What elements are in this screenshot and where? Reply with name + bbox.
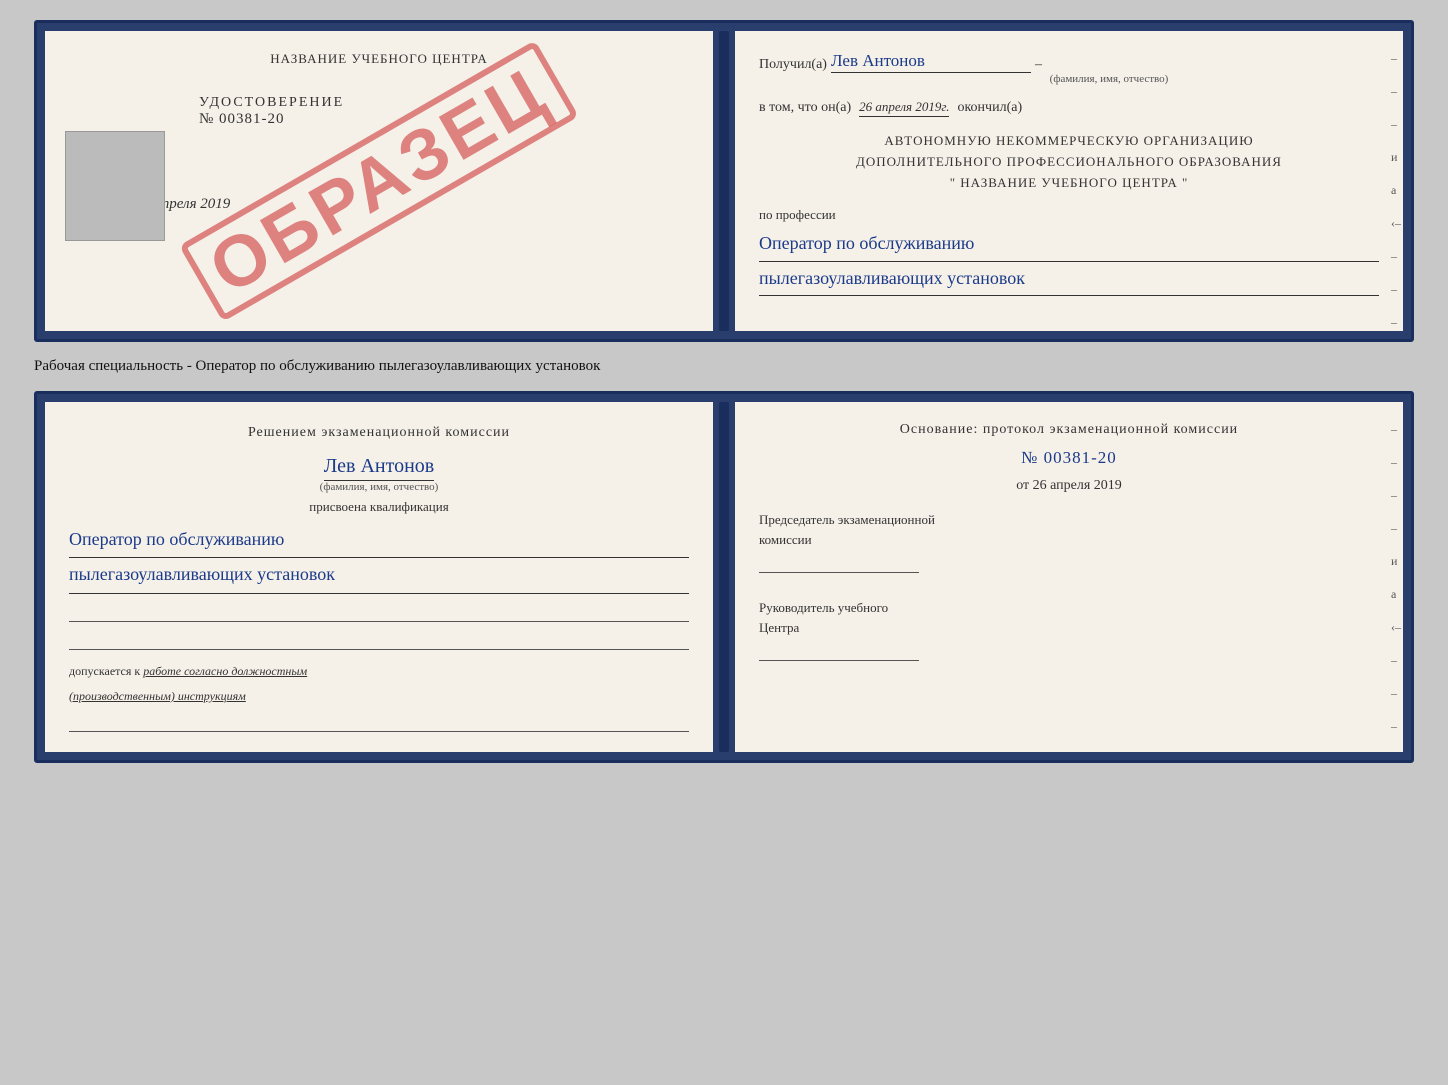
bottom-left-page: Решением экзаменационной комиссии Лев Ан… — [45, 402, 713, 752]
date-prefix: в том, что он(а) — [759, 100, 851, 116]
receiver-dash: – — [1035, 57, 1042, 73]
fio-sub: (фамилия, имя, отчество) — [839, 73, 1379, 85]
assigned-text: присвоена квалификация — [69, 499, 689, 515]
cert-number: № 00381-20 — [199, 111, 689, 128]
person-sub: (фамилия, имя, отчество) — [69, 481, 689, 493]
obrazec-stamp: ОБРАЗЕЦ — [179, 40, 579, 322]
person-name: Лев Антонов — [324, 455, 435, 481]
decision-text: Решением экзаменационной комиссии — [69, 422, 689, 443]
allows-prefix: допускается к — [69, 664, 140, 678]
photo-placeholder — [65, 131, 165, 241]
receiver-row: Получил(а) Лев Антонов – — [759, 51, 1379, 73]
top-left-page: НАЗВАНИЕ УЧЕБНОГО ЦЕНТРА УДОСТОВЕРЕНИЕ №… — [45, 31, 713, 331]
chairman-sig-line — [759, 553, 919, 573]
qual-line2: пылегазоулавливающих установок — [69, 558, 689, 593]
top-right-page: – – – и а ‹– – – – Получил(а) Лев Антоно… — [735, 31, 1403, 331]
blank-line-2 — [69, 630, 689, 650]
chairman-title: Председатель экзаменационной — [759, 510, 1379, 530]
allows-text: допускается к работе согласно должностны… — [69, 664, 689, 679]
protocol-date-prefix: от — [1016, 478, 1029, 493]
org-line2: ДОПОЛНИТЕЛЬНОГО ПРОФЕССИОНАЛЬНОГО ОБРАЗО… — [759, 152, 1379, 173]
director-section: Руководитель учебного Центра — [759, 598, 1379, 666]
receiver-name: Лев Антонов — [831, 51, 1031, 73]
cert-label: УДОСТОВЕРЕНИЕ — [199, 95, 689, 111]
received-label: Получил(а) — [759, 57, 827, 73]
bottom-book-spine — [719, 402, 729, 752]
protocol-number: № 00381-20 — [759, 448, 1379, 468]
protocol-date: от 26 апреля 2019 — [759, 478, 1379, 494]
bottom-document: Решением экзаменационной комиссии Лев Ан… — [34, 391, 1414, 763]
side-marks: – – – и а ‹– – – – — [1391, 51, 1401, 330]
finished-label: окончил(а) — [957, 100, 1022, 116]
basis-title: Основание: протокол экзаменационной коми… — [759, 422, 1379, 438]
document-wrapper: НАЗВАНИЕ УЧЕБНОГО ЦЕНТРА УДОСТОВЕРЕНИЕ №… — [34, 20, 1414, 763]
blank-line-1 — [69, 602, 689, 622]
bottom-right-page: – – – – и а ‹– – – – Основание: протокол… — [735, 402, 1403, 752]
director-title2: Центра — [759, 618, 1379, 638]
date-value: 26 апреля 2019г. — [859, 99, 949, 117]
profession-line1: Оператор по обслуживанию — [759, 227, 1379, 261]
director-title: Руководитель учебного — [759, 598, 1379, 618]
blank-line-3 — [69, 712, 689, 732]
school-title: НАЗВАНИЕ УЧЕБНОГО ЦЕНТРА — [69, 51, 689, 67]
profession-line2: пылегазоулавливающих установок — [759, 262, 1379, 296]
allows-italic2: (производственным) инструкциям — [69, 689, 689, 704]
decision-line1: Решением экзаменационной комиссии — [69, 422, 689, 443]
org-line1: АВТОНОМНУЮ НЕКОММЕРЧЕСКУЮ ОРГАНИЗАЦИЮ — [759, 131, 1379, 152]
director-sig-line — [759, 641, 919, 661]
middle-label: Рабочая специальность - Оператор по обсл… — [34, 354, 1414, 379]
org-line3: " НАЗВАНИЕ УЧЕБНОГО ЦЕНТРА " — [759, 173, 1379, 194]
book-spine — [719, 31, 729, 331]
profession-label: по профессии — [759, 207, 1379, 223]
org-text: АВТОНОМНУЮ НЕКОММЕРЧЕСКУЮ ОРГАНИЗАЦИЮ ДО… — [759, 131, 1379, 193]
chairman-section: Председатель экзаменационной комиссии — [759, 510, 1379, 578]
date-row: в том, что он(а) 26 апреля 2019г. окончи… — [759, 99, 1379, 117]
chairman-title2: комиссии — [759, 530, 1379, 550]
protocol-date-value: 26 апреля 2019 — [1033, 478, 1122, 493]
bottom-side-marks: – – – – и а ‹– – – – — [1391, 422, 1401, 734]
top-document: НАЗВАНИЕ УЧЕБНОГО ЦЕНТРА УДОСТОВЕРЕНИЕ №… — [34, 20, 1414, 342]
allows-italic: работе согласно должностным — [143, 664, 307, 678]
qual-line1: Оператор по обслуживанию — [69, 523, 689, 558]
